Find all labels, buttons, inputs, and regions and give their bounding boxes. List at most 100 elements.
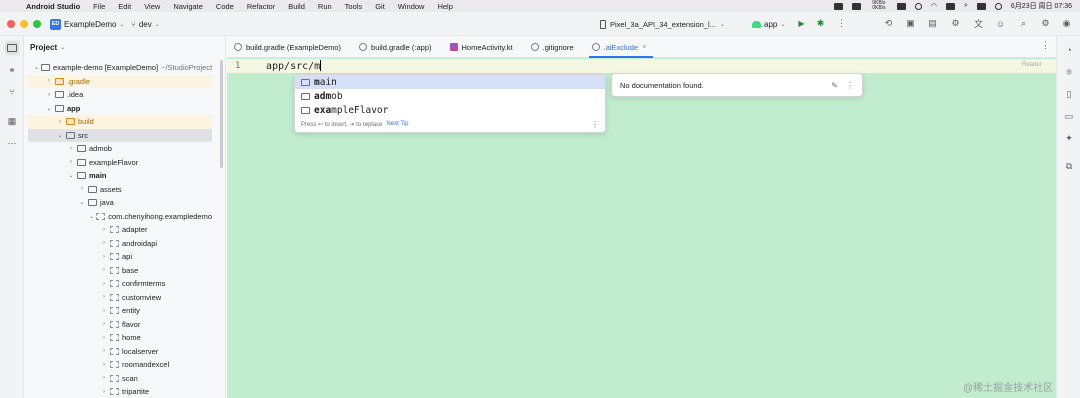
sdk-manager-icon[interactable]: ▤ (927, 18, 938, 29)
gemini-icon[interactable]: ✦ (1063, 132, 1075, 144)
menu-edit[interactable]: Edit (118, 2, 131, 11)
run-icon[interactable]: ▶ (796, 18, 807, 29)
datetime[interactable]: 6月23日 周日 07:36 (1011, 1, 1072, 11)
project-selector[interactable]: ED ExampleDemo ⌄ (50, 17, 125, 31)
commit-icon[interactable]: ⑂ (5, 85, 19, 99)
chevron-right-icon[interactable]: › (100, 362, 108, 368)
chevron-down-icon[interactable]: ⌄ (89, 213, 94, 220)
code-with-me-icon[interactable]: ☺ (995, 18, 1006, 29)
tree-row[interactable]: › base (28, 264, 212, 278)
battery-icon[interactable] (896, 2, 906, 10)
device-explorer-icon[interactable]: ⧉ (1063, 160, 1075, 172)
tree-row[interactable]: › exampleFlavor (28, 156, 212, 170)
more-actions-icon[interactable]: ⋮ (836, 18, 847, 29)
chevron-right-icon[interactable]: › (100, 240, 108, 246)
run-config-selector[interactable]: app ⌄ (752, 17, 785, 31)
wechat-icon[interactable] (833, 2, 843, 10)
more-tools-icon[interactable]: ⋯ (5, 136, 19, 150)
search-icon[interactable]: ⌕ (964, 2, 968, 10)
menu-view[interactable]: View (144, 2, 160, 11)
tree-row[interactable]: › .gradle (28, 74, 212, 88)
wifi-icon[interactable]: ◠ (931, 2, 937, 10)
tree-row[interactable]: › tripartite (28, 385, 212, 398)
tree-row[interactable]: ⌄ src (28, 128, 212, 142)
tree-row[interactable]: › roomandexcel (28, 358, 212, 372)
tree-row[interactable]: › localserver (28, 345, 212, 359)
play-status-icon[interactable] (914, 2, 922, 10)
menu-tools[interactable]: Tools (345, 2, 363, 11)
zoom-window-button[interactable] (33, 20, 41, 28)
reader-mode-toggle[interactable]: Reader (1022, 62, 1042, 68)
menu-git[interactable]: Git (375, 2, 385, 11)
menu-navigate[interactable]: Navigate (173, 2, 203, 11)
sync-gradle-icon[interactable]: ⟲ (883, 18, 894, 29)
account-icon[interactable]: ◉ (1061, 18, 1072, 29)
tab-home-activity[interactable]: HomeActivity.kt (443, 36, 524, 58)
tree-row[interactable]: › confirmterms (28, 277, 212, 291)
close-window-button[interactable] (7, 20, 15, 28)
completion-more-icon[interactable]: ⋮ (591, 120, 599, 129)
tree-row[interactable]: › flavor (28, 318, 212, 332)
device-selector[interactable]: Pixel_3a_API_34_extension_l... ⌄ (600, 17, 725, 31)
chevron-down-icon[interactable]: ⌄ (67, 172, 75, 179)
tab-gitignore[interactable]: .gitignore (524, 36, 585, 58)
running-devices-icon[interactable]: ▭ (1063, 110, 1075, 122)
tree-row[interactable]: › customview (28, 291, 212, 305)
project-tool-button[interactable] (5, 41, 19, 55)
chevron-right-icon[interactable]: › (100, 267, 108, 273)
menu-window[interactable]: Window (398, 2, 425, 11)
tree-row[interactable]: › adapter (28, 223, 212, 237)
completion-item-admob[interactable]: admob (295, 89, 605, 103)
code-line[interactable]: app/src/m (266, 60, 322, 72)
tree-row[interactable]: › home (28, 331, 212, 345)
resource-manager-icon[interactable]: ⚭ (5, 63, 19, 77)
control-center-icon[interactable] (976, 2, 986, 10)
minimize-window-button[interactable] (20, 20, 28, 28)
translate-icon[interactable]: 文 (973, 18, 984, 29)
branch-selector[interactable]: ⑂ dev ⌄ (131, 17, 160, 31)
chevron-right-icon[interactable]: › (45, 78, 53, 84)
chevron-right-icon[interactable]: › (100, 348, 108, 354)
siri-icon[interactable] (994, 2, 1002, 10)
debug-icon[interactable]: ✱ (815, 18, 826, 29)
tree-row[interactable]: ⌄ java (28, 196, 212, 210)
tree-row[interactable]: › admob (28, 142, 212, 156)
tabs-more-icon[interactable]: ⋮ (1041, 40, 1050, 51)
shortcuts-icon[interactable] (945, 2, 955, 10)
chevron-right-icon[interactable]: › (67, 159, 75, 165)
menu-file[interactable]: File (93, 2, 105, 11)
tab-aiexclude[interactable]: .aiExclude × (585, 36, 658, 58)
chevron-right-icon[interactable]: › (100, 375, 108, 381)
notifications-icon[interactable]: ◔ (1063, 44, 1075, 56)
chevron-right-icon[interactable]: › (100, 308, 108, 314)
completion-item-exampleflavor[interactable]: exampleFlavor (295, 103, 605, 117)
edit-pencil-icon[interactable]: ✎ (831, 81, 838, 90)
project-panel-header[interactable]: Project ⌄ (24, 36, 225, 58)
tree-row[interactable]: ⌄ com.chenyihong.exampledemo (28, 210, 212, 224)
tree-row[interactable]: › .idea (28, 88, 212, 102)
chevron-right-icon[interactable]: › (100, 294, 108, 300)
tree-row[interactable]: › androidapi (28, 237, 212, 251)
status-app-icon[interactable] (851, 2, 861, 10)
device-manager-icon[interactable]: ▣ (905, 18, 916, 29)
tree-row[interactable]: ⌄ example-demo [ExampleDemo] ~/StudioProje… (28, 61, 212, 75)
more-options-icon[interactable]: ⋮ (846, 81, 854, 90)
chevron-down-icon[interactable]: ⌄ (78, 199, 86, 206)
tree-row[interactable]: › assets (28, 183, 212, 197)
next-tip-link[interactable]: Next Tip (386, 121, 408, 127)
chevron-right-icon[interactable]: › (100, 321, 108, 327)
app-menu[interactable]: Android Studio (26, 2, 80, 11)
structure-icon[interactable]: ▦ (5, 114, 19, 128)
close-tab-icon[interactable]: × (642, 44, 646, 51)
search-everywhere-icon[interactable]: ⌕ (1018, 18, 1029, 29)
tree-row[interactable]: › build (28, 115, 212, 129)
menu-run[interactable]: Run (318, 2, 332, 11)
completion-item-main[interactable]: main (295, 75, 605, 89)
tree-row[interactable]: › scan (28, 372, 212, 386)
chevron-right-icon[interactable]: › (56, 119, 64, 125)
project-scrollbar[interactable] (220, 60, 223, 168)
chevron-right-icon[interactable]: › (45, 92, 53, 98)
chevron-right-icon[interactable]: › (100, 389, 108, 395)
tab-build-gradle-app[interactable]: build.gradle (:app) (352, 36, 442, 58)
chevron-down-icon[interactable]: ⌄ (34, 64, 39, 71)
